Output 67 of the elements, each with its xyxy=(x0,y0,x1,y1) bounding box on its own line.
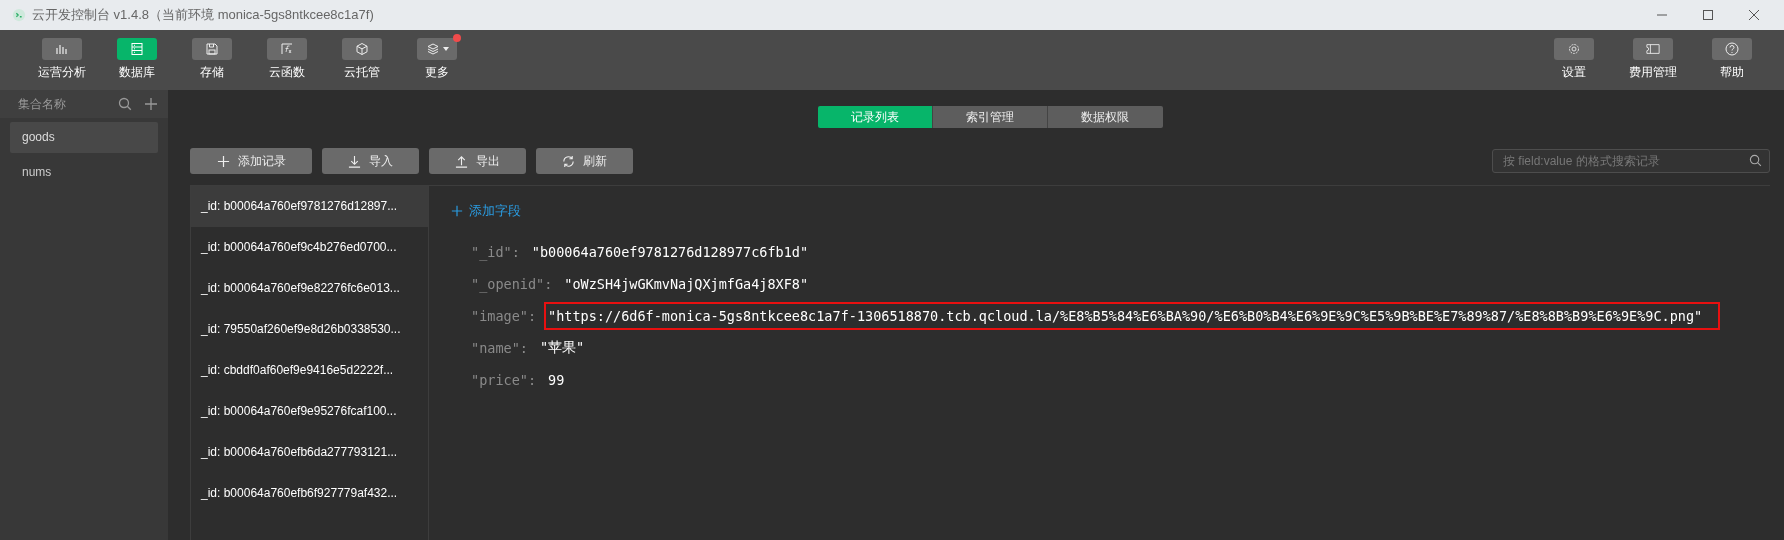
toolbar-button[interactable] xyxy=(42,38,82,60)
record-item[interactable]: _id: cbddf0af60ef9e9416e5d2222f... xyxy=(191,350,428,391)
action-button[interactable]: 添加记录 xyxy=(190,148,312,174)
toolbar-button[interactable] xyxy=(1554,38,1594,60)
close-icon[interactable] xyxy=(1748,9,1760,21)
toolbar-button[interactable] xyxy=(1712,38,1752,60)
add-field-link[interactable]: 添加字段 xyxy=(451,202,521,220)
settings-icon xyxy=(1567,42,1581,56)
toolbar-button[interactable] xyxy=(1633,38,1673,60)
record-item[interactable]: _id: b00064a760ef9e95276fcaf100... xyxy=(191,391,428,432)
help-icon xyxy=(1725,42,1739,56)
plus-icon xyxy=(451,205,463,217)
window-title: 云开发控制台 v1.4.8（当前环境 monica-5gs8ntkcee8c1a7f) xyxy=(32,6,374,24)
collection-item[interactable]: goods xyxy=(10,122,158,153)
toolbar-button[interactable] xyxy=(117,38,157,60)
field-key: "_id": xyxy=(471,244,520,260)
caret-icon xyxy=(442,47,449,51)
toolbar-label: 云托管 xyxy=(344,64,380,81)
bar-chart-icon xyxy=(55,42,69,56)
record-item[interactable]: _id: b00064a760efb6da277793121... xyxy=(191,432,428,473)
toolbar-button[interactable] xyxy=(192,38,232,60)
field-value: "b00064a760ef9781276d128977c6fb1d" xyxy=(530,243,810,262)
action-button[interactable]: 导出 xyxy=(429,148,526,174)
ticket-icon xyxy=(1646,42,1660,56)
search-icon[interactable] xyxy=(118,97,132,111)
action-button[interactable]: 刷新 xyxy=(536,148,633,174)
toolbar-label: 帮助 xyxy=(1720,64,1744,81)
toolbar-label: 数据库 xyxy=(119,64,155,81)
sidebar-title: 集合名称 xyxy=(18,95,66,113)
collection-item[interactable]: nums xyxy=(10,157,158,188)
action-button[interactable]: 导入 xyxy=(322,148,419,174)
record-item[interactable]: _id: b00064a760ef9c4b276ed0700... xyxy=(191,227,428,268)
field-key: "name": xyxy=(471,340,528,356)
app-logo-icon xyxy=(12,8,26,22)
toolbar-label: 运营分析 xyxy=(38,64,86,81)
toolbar-label: 设置 xyxy=(1562,64,1586,81)
record-item[interactable]: _id: 79550af260ef9e8d26b0338530... xyxy=(191,309,428,350)
tab[interactable]: 索引管理 xyxy=(932,106,1048,128)
maximize-icon[interactable] xyxy=(1702,9,1714,21)
tab[interactable]: 数据权限 xyxy=(1047,106,1163,128)
field-value: "oWzSH4jwGKmvNajQXjmfGa4j8XF8" xyxy=(563,275,810,294)
toolbar-label: 存储 xyxy=(200,64,224,81)
record-item[interactable]: _id: b00064a760ef9781276d12897... xyxy=(191,186,428,227)
layers-icon xyxy=(425,42,440,56)
toolbar-label: 更多 xyxy=(425,64,449,81)
field-key: "price": xyxy=(471,372,537,388)
toolbar-label: 费用管理 xyxy=(1629,64,1677,81)
toolbar-button[interactable] xyxy=(342,38,382,60)
field-value: "https://6d6f-monica-5gs8ntkcee8c1a7f-1306518870.tcb.qcloud.la/%E8%B5%84%E6%BA%90/%E6%B0%B4%E6%9E%9C%E5%9B%BE%E7%89%87/%E8%8B%B9%E6%9E%9C.png" xyxy=(544,302,1721,330)
list-icon xyxy=(130,42,144,56)
field-key: "image": xyxy=(471,308,537,324)
record-item[interactable]: _id: b00064a760efb6f927779af432... xyxy=(191,473,428,514)
record-item[interactable]: _id: b00064a760ef9e82276fc6e013... xyxy=(191,268,428,309)
plus-icon xyxy=(216,154,230,168)
cube-icon xyxy=(355,42,369,56)
field-value: "苹果" xyxy=(538,338,586,357)
download-icon xyxy=(348,154,361,168)
toolbar-label: 云函数 xyxy=(269,64,305,81)
refresh-icon xyxy=(562,154,575,168)
upload-icon xyxy=(455,154,468,168)
field-value: 99 xyxy=(547,371,566,390)
search-icon xyxy=(1749,154,1762,167)
field-key: "_openid": xyxy=(471,276,553,292)
toolbar-button[interactable] xyxy=(267,38,307,60)
search-field[interactable]: 按 field:value 的格式搜索记录 xyxy=(1492,149,1770,173)
function-icon xyxy=(280,42,294,56)
add-icon[interactable] xyxy=(144,97,158,111)
